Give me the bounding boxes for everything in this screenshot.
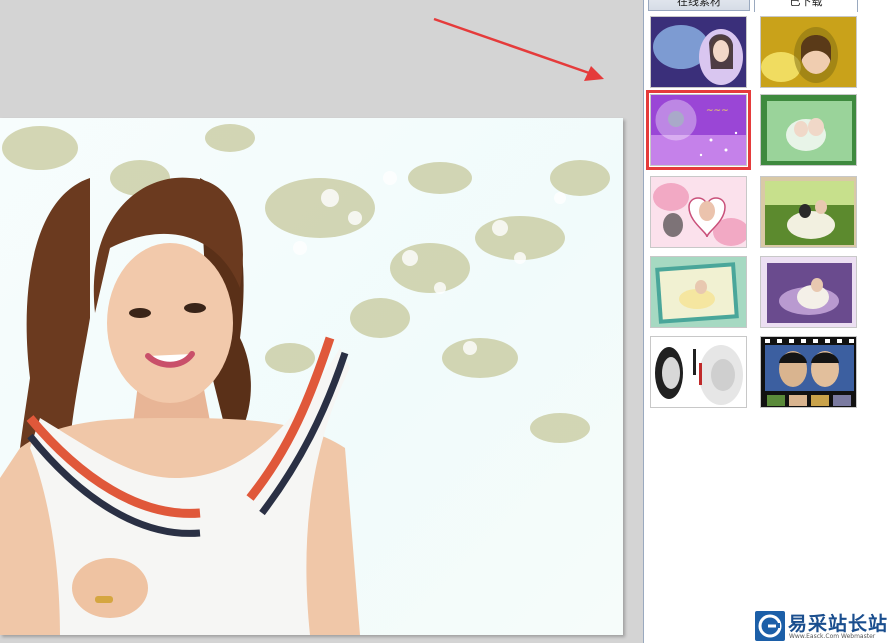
- thumbnail-frame-teal-picnic[interactable]: [650, 256, 747, 328]
- main-photo[interactable]: [0, 118, 623, 635]
- thumbnail-frame-purple-lake[interactable]: [760, 256, 857, 328]
- thumbnail-frame-purple-bubble[interactable]: ~~~: [646, 90, 751, 170]
- material-panel: 在线素材 已下载 ~~~: [643, 0, 889, 643]
- panel-tabs: 在线素材 已下载: [644, 0, 889, 12]
- svg-text:~~~: ~~~: [706, 106, 729, 116]
- tab-online-materials[interactable]: 在线素材: [648, 0, 750, 11]
- site-watermark: 易采站长站 Www.Easck.Com Webmaster: [755, 609, 889, 643]
- photo-illustration: [0, 124, 610, 635]
- thumbnail-frame-yellow-lily[interactable]: [760, 16, 857, 88]
- thumbnail-frame-purple-flowers[interactable]: [650, 16, 747, 88]
- thumbnail-frame-green-field-couple[interactable]: [760, 176, 857, 248]
- thumbnail-frame-black-white-happiness[interactable]: [650, 336, 747, 408]
- watermark-title: 易采站长站: [788, 613, 889, 635]
- thumbnail-frame-pink-heart[interactable]: [650, 176, 747, 248]
- annotation-arrow: [433, 17, 604, 81]
- watermark-url: Www.Easck.Com Webmaster: [789, 633, 876, 640]
- thumbnail-frame-green-wedding[interactable]: [760, 94, 857, 166]
- site-logo-icon: [755, 611, 785, 641]
- canvas-area[interactable]: [0, 0, 643, 643]
- thumbnail-frame-film-strip[interactable]: [760, 336, 857, 408]
- tab-downloaded[interactable]: 已下载: [754, 0, 858, 12]
